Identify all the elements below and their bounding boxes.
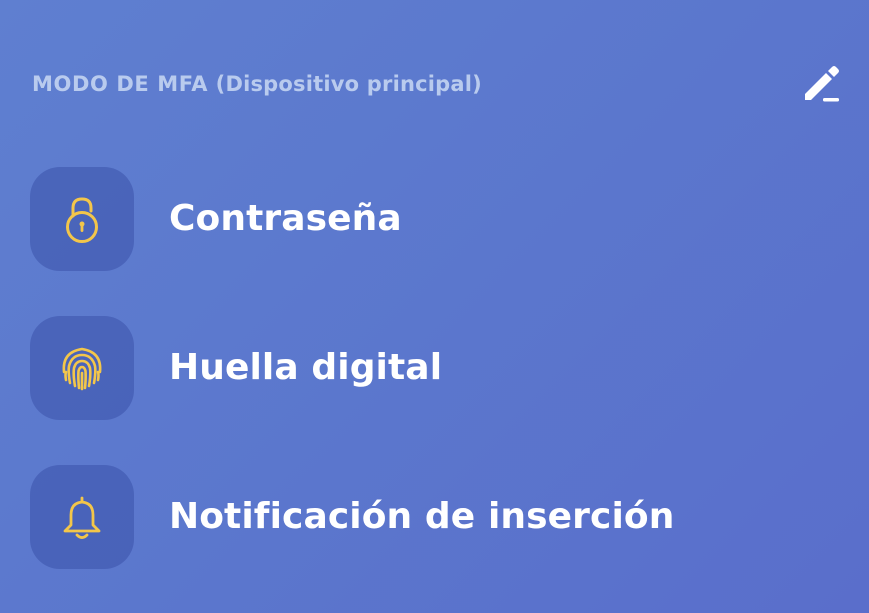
edit-button[interactable] bbox=[797, 60, 845, 108]
method-fingerprint[interactable]: Huella digital bbox=[30, 315, 839, 420]
method-password[interactable]: Contraseña bbox=[30, 166, 839, 271]
padlock-icon bbox=[66, 196, 98, 243]
fingerprint-icon bbox=[62, 347, 102, 390]
method-icon-tile bbox=[30, 166, 134, 271]
method-label-fingerprint: Huella digital bbox=[169, 347, 443, 388]
mfa-mode-title: MODO DE MFA (Dispositivo principal) bbox=[32, 72, 482, 96]
mfa-mode-card: MODO DE MFA (Dispositivo principal) Cont… bbox=[0, 0, 869, 613]
pencil-edit-icon bbox=[805, 66, 839, 102]
method-label-password: Contraseña bbox=[169, 198, 402, 239]
method-label-push-notification: Notificación de inserción bbox=[169, 496, 675, 537]
method-push-notification[interactable]: Notificación de inserción bbox=[30, 464, 839, 569]
method-icon-tile bbox=[30, 315, 134, 420]
bell-icon bbox=[63, 496, 101, 539]
mfa-mode-label: MODO DE MFA bbox=[32, 72, 209, 96]
mfa-method-list: Contraseña Huella digital Notificación d… bbox=[30, 166, 839, 613]
primary-device-label: (Dispositivo principal) bbox=[215, 72, 482, 96]
mfa-mode-header: MODO DE MFA (Dispositivo principal) bbox=[32, 64, 839, 104]
method-icon-tile bbox=[30, 464, 134, 569]
